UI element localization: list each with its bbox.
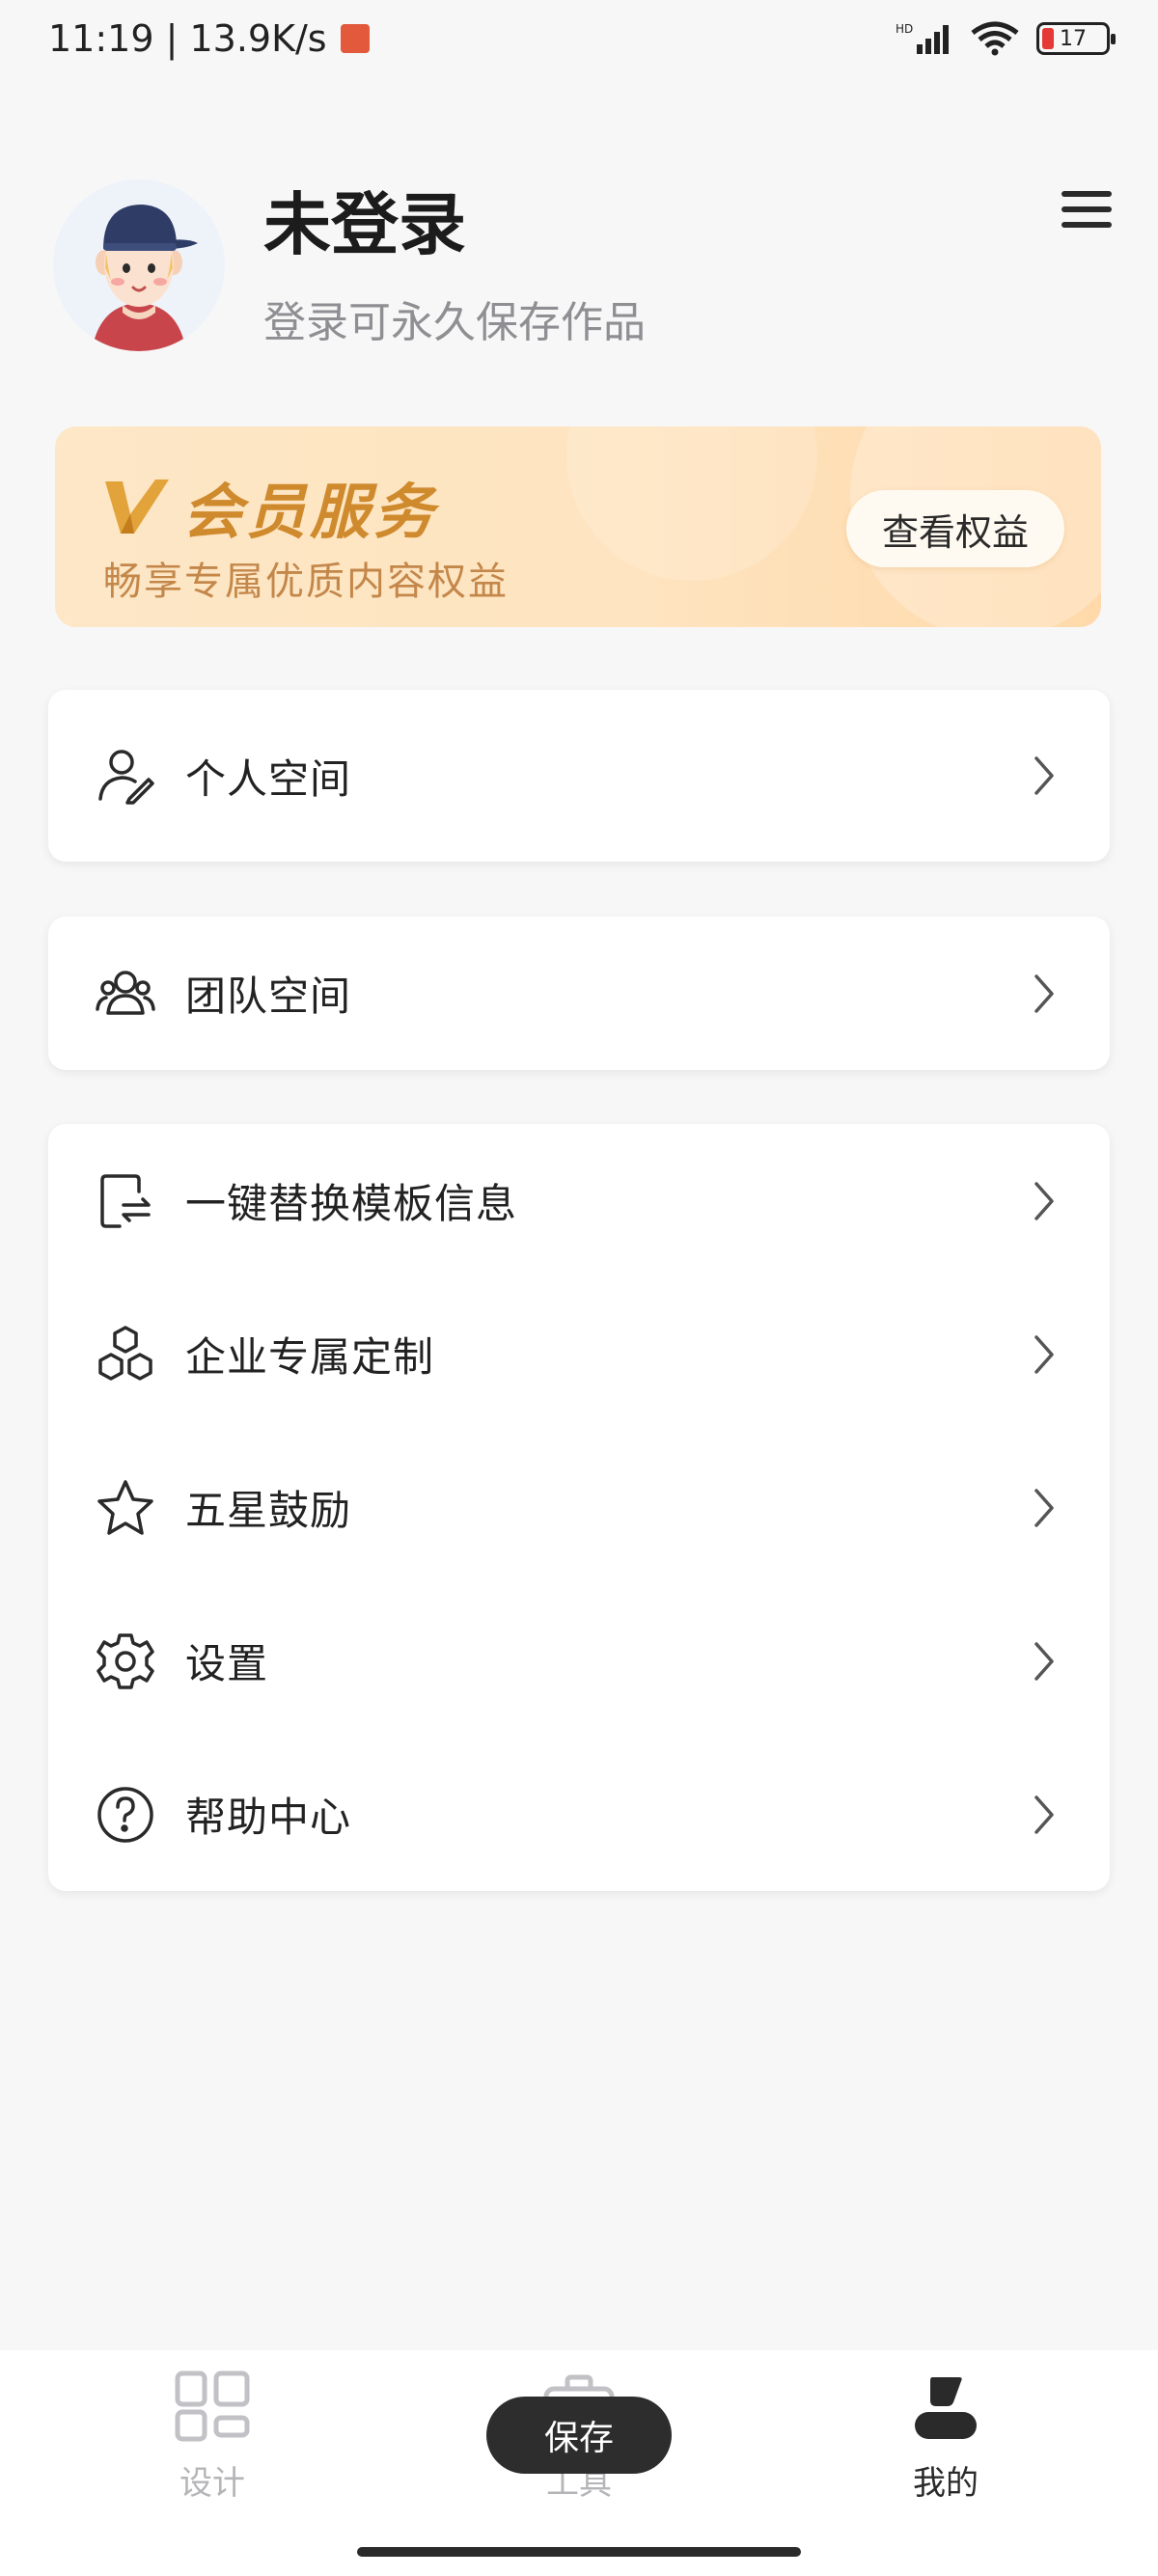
team-space-card: 团队空间 — [48, 917, 1110, 1070]
menu-label: 个人空间 — [185, 754, 352, 803]
view-benefits-button[interactable]: 查看权益 — [846, 490, 1064, 567]
status-time: 11:19 | 13.9K/s — [48, 17, 327, 60]
menu-icon[interactable] — [1060, 187, 1114, 232]
vip-banner[interactable]: 会员服务 畅享专属优质内容权益 查看权益 — [55, 426, 1101, 627]
home-indicator[interactable] — [357, 2547, 801, 2557]
feature-list-card: 一键替换模板信息 企业专属定制 五星鼓励 设置 帮助中心 — [48, 1124, 1110, 1891]
gear-icon — [95, 1631, 156, 1692]
battery-level: 17 — [1060, 26, 1087, 51]
menu-label: 一键替换模板信息 — [185, 1180, 518, 1227]
svg-text:HD: HD — [896, 22, 913, 36]
tab-label: 设计 — [179, 2464, 245, 2503]
user-edit-icon — [95, 745, 156, 807]
menu-label: 企业专属定制 — [185, 1333, 435, 1381]
vip-v-icon — [105, 480, 169, 534]
battery-icon: 17 — [1036, 22, 1116, 55]
banner-decoration — [566, 426, 817, 581]
menu-item-team-space[interactable]: 团队空间 — [48, 917, 1110, 1070]
save-button[interactable]: 保存 — [486, 2397, 672, 2474]
wifi-icon — [971, 21, 1019, 56]
menu-item-enterprise-custom[interactable]: 企业专属定制 — [48, 1277, 1110, 1431]
team-icon — [95, 963, 156, 1025]
chevron-right-icon — [1027, 1178, 1062, 1224]
profile-header: 未登录 登录可永久保存作品 — [53, 178, 1105, 352]
vip-subtitle: 畅享专属优质内容权益 — [103, 560, 509, 604]
personal-space-card: 个人空间 — [48, 690, 1110, 862]
tab-design[interactable]: 设计 — [116, 2370, 309, 2504]
chevron-right-icon — [1027, 753, 1062, 799]
status-right: HD 17 — [896, 21, 1116, 56]
grid-icon — [175, 2370, 250, 2442]
status-bar: 11:19 | 13.9K/s HD 17 — [0, 0, 1158, 77]
chevron-right-icon — [1027, 1485, 1062, 1531]
menu-label: 团队空间 — [185, 973, 352, 1020]
vip-title: 会员服务 — [182, 477, 438, 547]
notification-icon — [340, 24, 370, 53]
user-icon — [915, 2377, 977, 2439]
menu-label: 五星鼓励 — [185, 1487, 352, 1534]
chevron-right-icon — [1027, 971, 1062, 1017]
menu-item-settings[interactable]: 设置 — [48, 1584, 1110, 1738]
menu-label: 设置 — [185, 1640, 269, 1687]
avatar-illustration — [53, 179, 225, 351]
avatar[interactable] — [53, 179, 225, 351]
hexagons-icon — [95, 1324, 156, 1385]
profile-name[interactable]: 未登录 — [263, 181, 646, 268]
chevron-right-icon — [1027, 1638, 1062, 1685]
tab-label: 我的 — [913, 2464, 979, 2503]
menu-item-five-star[interactable]: 五星鼓励 — [48, 1431, 1110, 1584]
vip-title-row: 会员服务 — [101, 463, 437, 550]
menu-item-help-center[interactable]: 帮助中心 — [48, 1738, 1110, 1891]
menu-label: 帮助中心 — [185, 1794, 352, 1841]
help-icon — [95, 1784, 156, 1846]
tab-mine[interactable]: 我的 — [849, 2370, 1042, 2504]
menu-item-replace-template[interactable]: 一键替换模板信息 — [48, 1124, 1110, 1277]
chevron-right-icon — [1027, 1331, 1062, 1378]
chevron-right-icon — [1027, 1792, 1062, 1838]
profile-subtitle: 登录可永久保存作品 — [263, 298, 646, 347]
menu-item-personal-space[interactable]: 个人空间 — [48, 690, 1110, 862]
profile-text: 未登录 登录可永久保存作品 — [263, 181, 646, 349]
status-left: 11:19 | 13.9K/s — [48, 17, 370, 60]
swap-template-icon — [95, 1170, 156, 1232]
signal-icon: HD — [896, 22, 949, 54]
star-icon — [95, 1477, 156, 1539]
